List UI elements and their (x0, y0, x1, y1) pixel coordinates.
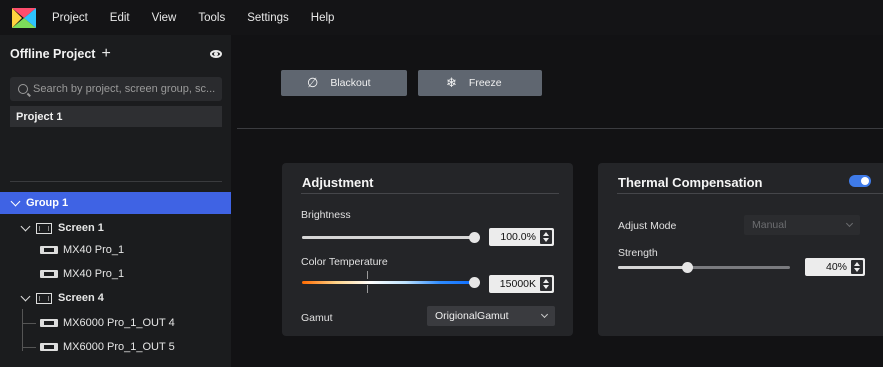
tree-card-label: MX40 Pro_1 (63, 244, 125, 256)
screen-icon (36, 222, 52, 234)
blackout-label: Blackout (330, 77, 371, 89)
chevron-down-icon (845, 219, 854, 228)
strength-handle[interactable] (681, 262, 693, 273)
brightness-slider[interactable] (302, 232, 480, 243)
sidebar: Offline Project + Project 1 Group 1 Scre… (0, 35, 231, 367)
thermal-title: Thermal Compensation (618, 175, 763, 190)
brightness-handle[interactable] (469, 232, 480, 243)
freeze-button[interactable]: ❄ Freeze (418, 70, 542, 96)
slider-tick-mark (367, 285, 368, 293)
tree-card-label: MX6000 Pro_1_OUT 5 (63, 341, 175, 353)
brightness-spinbox[interactable]: 100.0% (489, 228, 554, 246)
snowflake-icon: ❄ (446, 75, 457, 90)
receiving-card-icon (40, 319, 58, 327)
thermal-toggle[interactable] (849, 175, 871, 187)
spinner-arrows-icon[interactable] (851, 260, 863, 274)
spinner-arrows-icon[interactable] (540, 277, 552, 291)
menu-view[interactable]: View (152, 12, 177, 24)
plus-icon[interactable]: + (101, 45, 110, 63)
adjust-mode-select[interactable]: Manual (744, 215, 860, 235)
chevron-down-icon (540, 310, 549, 319)
section-divider (237, 128, 883, 129)
gamut-label: Gamut (301, 312, 333, 324)
menu-project[interactable]: Project (52, 12, 88, 24)
color-temperature-label: Color Temperature (301, 256, 388, 268)
adjustment-panel: Adjustment Brightness 100.0% Color Tempe… (282, 163, 573, 336)
brightness-value: 100.0% (500, 231, 536, 243)
receiving-card-icon (40, 343, 58, 351)
menu-tools[interactable]: Tools (198, 12, 225, 24)
search-input[interactable] (33, 83, 222, 95)
eye-icon[interactable] (210, 50, 222, 58)
tree-group-label: Group 1 (26, 197, 69, 209)
tree-screen-label: Screen 4 (58, 292, 104, 304)
strength-value: 40% (825, 261, 847, 273)
strength-slider[interactable] (618, 262, 790, 273)
gamut-select[interactable]: OrigionalGamut (427, 306, 555, 326)
tree-screen-4[interactable]: Screen 4 (0, 287, 231, 309)
gamut-value: OrigionalGamut (435, 310, 509, 322)
brightness-fill (302, 236, 474, 239)
tree-card-item[interactable]: MX40 Pro_1 (0, 263, 231, 285)
thermal-compensation-panel: Thermal Compensation Adjust Mode Manual … (598, 163, 883, 336)
sidebar-header: Offline Project + (10, 45, 222, 63)
chevron-down-icon[interactable] (10, 196, 21, 206)
panel-divider (617, 193, 883, 194)
color-temperature-spinbox[interactable]: 15000K (489, 275, 554, 293)
freeze-label: Freeze (468, 77, 502, 89)
color-temperature-slider[interactable] (302, 277, 480, 288)
main-area: ∅ Blackout ❄ Freeze Adjustment Brightnes… (231, 35, 883, 367)
tree-card-item[interactable]: MX40 Pro_1 (0, 239, 231, 261)
adjustment-title: Adjustment (302, 175, 374, 190)
search-icon (18, 84, 28, 94)
project-list-item[interactable]: Project 1 (10, 106, 222, 127)
chevron-down-icon[interactable] (20, 291, 31, 301)
tree-screen-1[interactable]: Screen 1 (0, 217, 231, 239)
menu-help[interactable]: Help (311, 12, 335, 24)
app-logo-icon (12, 7, 36, 28)
tree-card-item[interactable]: MX6000 Pro_1_OUT 4 (0, 312, 231, 334)
spinner-arrows-icon[interactable] (540, 230, 552, 244)
color-temperature-value: 15000K (499, 278, 536, 290)
brightness-label: Brightness (301, 209, 351, 221)
color-temperature-handle[interactable] (469, 277, 480, 288)
blackout-button[interactable]: ∅ Blackout (281, 70, 407, 96)
screen-icon (36, 292, 52, 304)
slider-tick-mark (367, 271, 368, 279)
menu-edit[interactable]: Edit (110, 12, 130, 24)
receiving-card-icon (40, 270, 58, 278)
project-title: Offline Project (10, 47, 96, 61)
blackout-icon: ∅ (307, 75, 319, 90)
adjust-mode-label: Adjust Mode (618, 220, 677, 232)
tree-screen-label: Screen 1 (58, 222, 104, 234)
panel-divider (301, 193, 559, 194)
divider (10, 181, 222, 182)
strength-fill (618, 266, 687, 269)
tree-card-item[interactable]: MX6000 Pro_1_OUT 5 (0, 336, 231, 358)
menu-bar: Project Edit View Tools Settings Help (0, 0, 883, 35)
adjust-mode-value: Manual (752, 219, 787, 231)
tree-group-1[interactable]: Group 1 (0, 192, 231, 214)
tree-card-label: MX40 Pro_1 (63, 268, 125, 280)
menu-settings[interactable]: Settings (247, 12, 289, 24)
search-box (10, 77, 222, 101)
strength-label: Strength (618, 247, 658, 259)
receiving-card-icon (40, 246, 58, 254)
strength-spinbox[interactable]: 40% (805, 258, 865, 276)
chevron-down-icon[interactable] (20, 221, 31, 231)
tree-card-label: MX6000 Pro_1_OUT 4 (63, 317, 175, 329)
